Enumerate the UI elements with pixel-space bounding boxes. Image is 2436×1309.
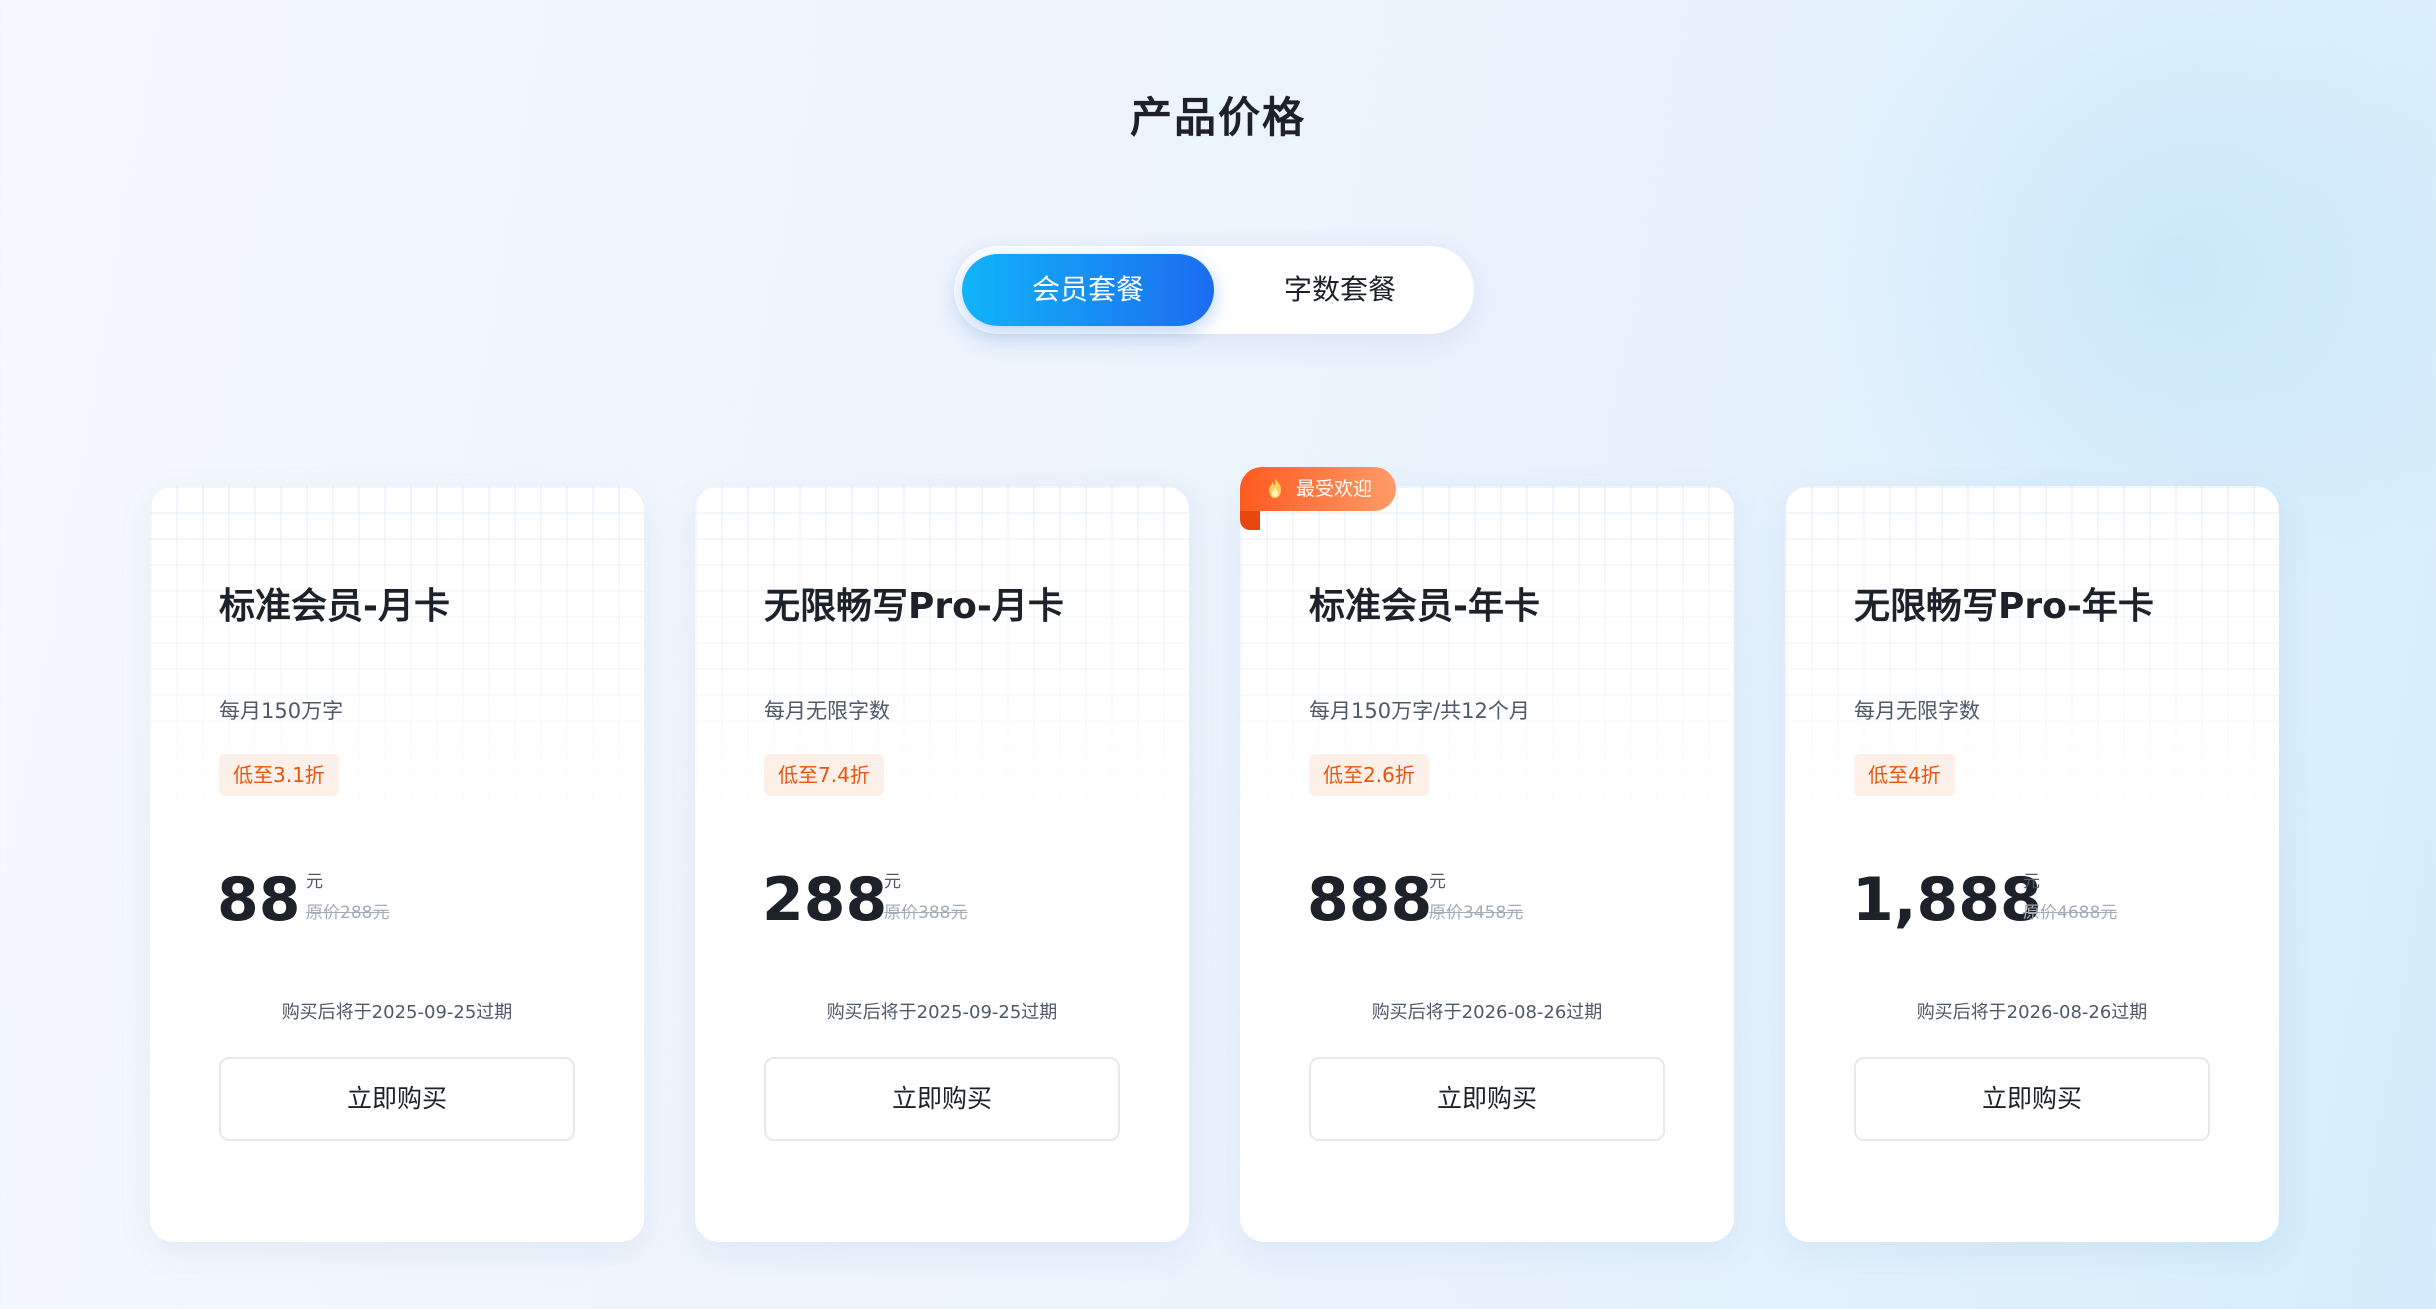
plan-title: 无限畅写Pro-月卡 xyxy=(764,586,1064,627)
pricing-card-standard-yearly: 标准会员-年卡 每月150万字/共12个月 低至2.6折 888 元 原价345… xyxy=(1240,486,1734,1242)
pricing-card-pro-monthly: 无限畅写Pro-月卡 每月无限字数 低至7.4折 288 元 原价388元 购买… xyxy=(695,486,1189,1242)
expiry-note: 购买后将于2026-08-26过期 xyxy=(1916,1002,2148,1023)
plan-price: 88 xyxy=(217,865,301,935)
buy-now-button[interactable]: 立即购买 xyxy=(1309,1057,1665,1141)
page-title: 产品价格 xyxy=(1129,93,1306,142)
original-price: 原价3458元 xyxy=(1429,903,1524,923)
buy-now-button[interactable]: 立即购买 xyxy=(764,1057,1120,1141)
plan-price: 288 xyxy=(762,865,888,935)
plan-title: 无限畅写Pro-年卡 xyxy=(1854,586,2154,627)
price-unit: 元 xyxy=(1429,872,1446,892)
discount-tag: 低至7.4折 xyxy=(764,754,884,796)
plan-description: 每月150万字 xyxy=(219,699,344,723)
plan-description: 每月无限字数 xyxy=(1854,699,1980,723)
most-popular-badge: 最受欢迎 xyxy=(1240,467,1396,511)
tab-membership-plans[interactable]: 会员套餐 xyxy=(962,254,1214,326)
discount-tag: 低至3.1折 xyxy=(219,754,339,796)
pricing-card-standard-monthly: 标准会员-月卡 每月150万字 低至3.1折 88 元 原价288元 购买后将于… xyxy=(150,486,644,1242)
original-price: 原价4688元 xyxy=(2023,903,2118,923)
price-unit: 元 xyxy=(306,872,323,892)
expiry-note: 购买后将于2025-09-25过期 xyxy=(281,1002,513,1023)
buy-now-button[interactable]: 立即购买 xyxy=(1854,1057,2210,1141)
plan-price: 1,888 xyxy=(1852,865,2042,935)
plan-description: 每月150万字/共12个月 xyxy=(1309,699,1530,723)
plan-description: 每月无限字数 xyxy=(764,699,890,723)
expiry-note: 购买后将于2025-09-25过期 xyxy=(826,1002,1058,1023)
plan-title: 标准会员-年卡 xyxy=(1309,586,1540,627)
plan-price: 888 xyxy=(1307,865,1433,935)
original-price: 原价388元 xyxy=(884,903,968,923)
discount-tag: 低至2.6折 xyxy=(1309,754,1429,796)
plan-type-toggle: 会员套餐 字数套餐 xyxy=(954,246,1474,334)
original-price: 原价288元 xyxy=(306,903,390,923)
discount-tag: 低至4折 xyxy=(1854,754,1955,796)
expiry-note: 购买后将于2026-08-26过期 xyxy=(1371,1002,1603,1023)
badge-label: 最受欢迎 xyxy=(1296,478,1373,500)
pricing-card-pro-yearly: 无限畅写Pro-年卡 每月无限字数 低至4折 1,888 元 原价4688元 购… xyxy=(1785,486,2279,1242)
price-unit: 元 xyxy=(2023,872,2040,892)
price-unit: 元 xyxy=(884,872,901,892)
tab-word-count-plans[interactable]: 字数套餐 xyxy=(1214,254,1466,326)
plan-title: 标准会员-月卡 xyxy=(219,586,450,627)
buy-now-button[interactable]: 立即购买 xyxy=(219,1057,575,1141)
flame-icon xyxy=(1269,478,1281,498)
